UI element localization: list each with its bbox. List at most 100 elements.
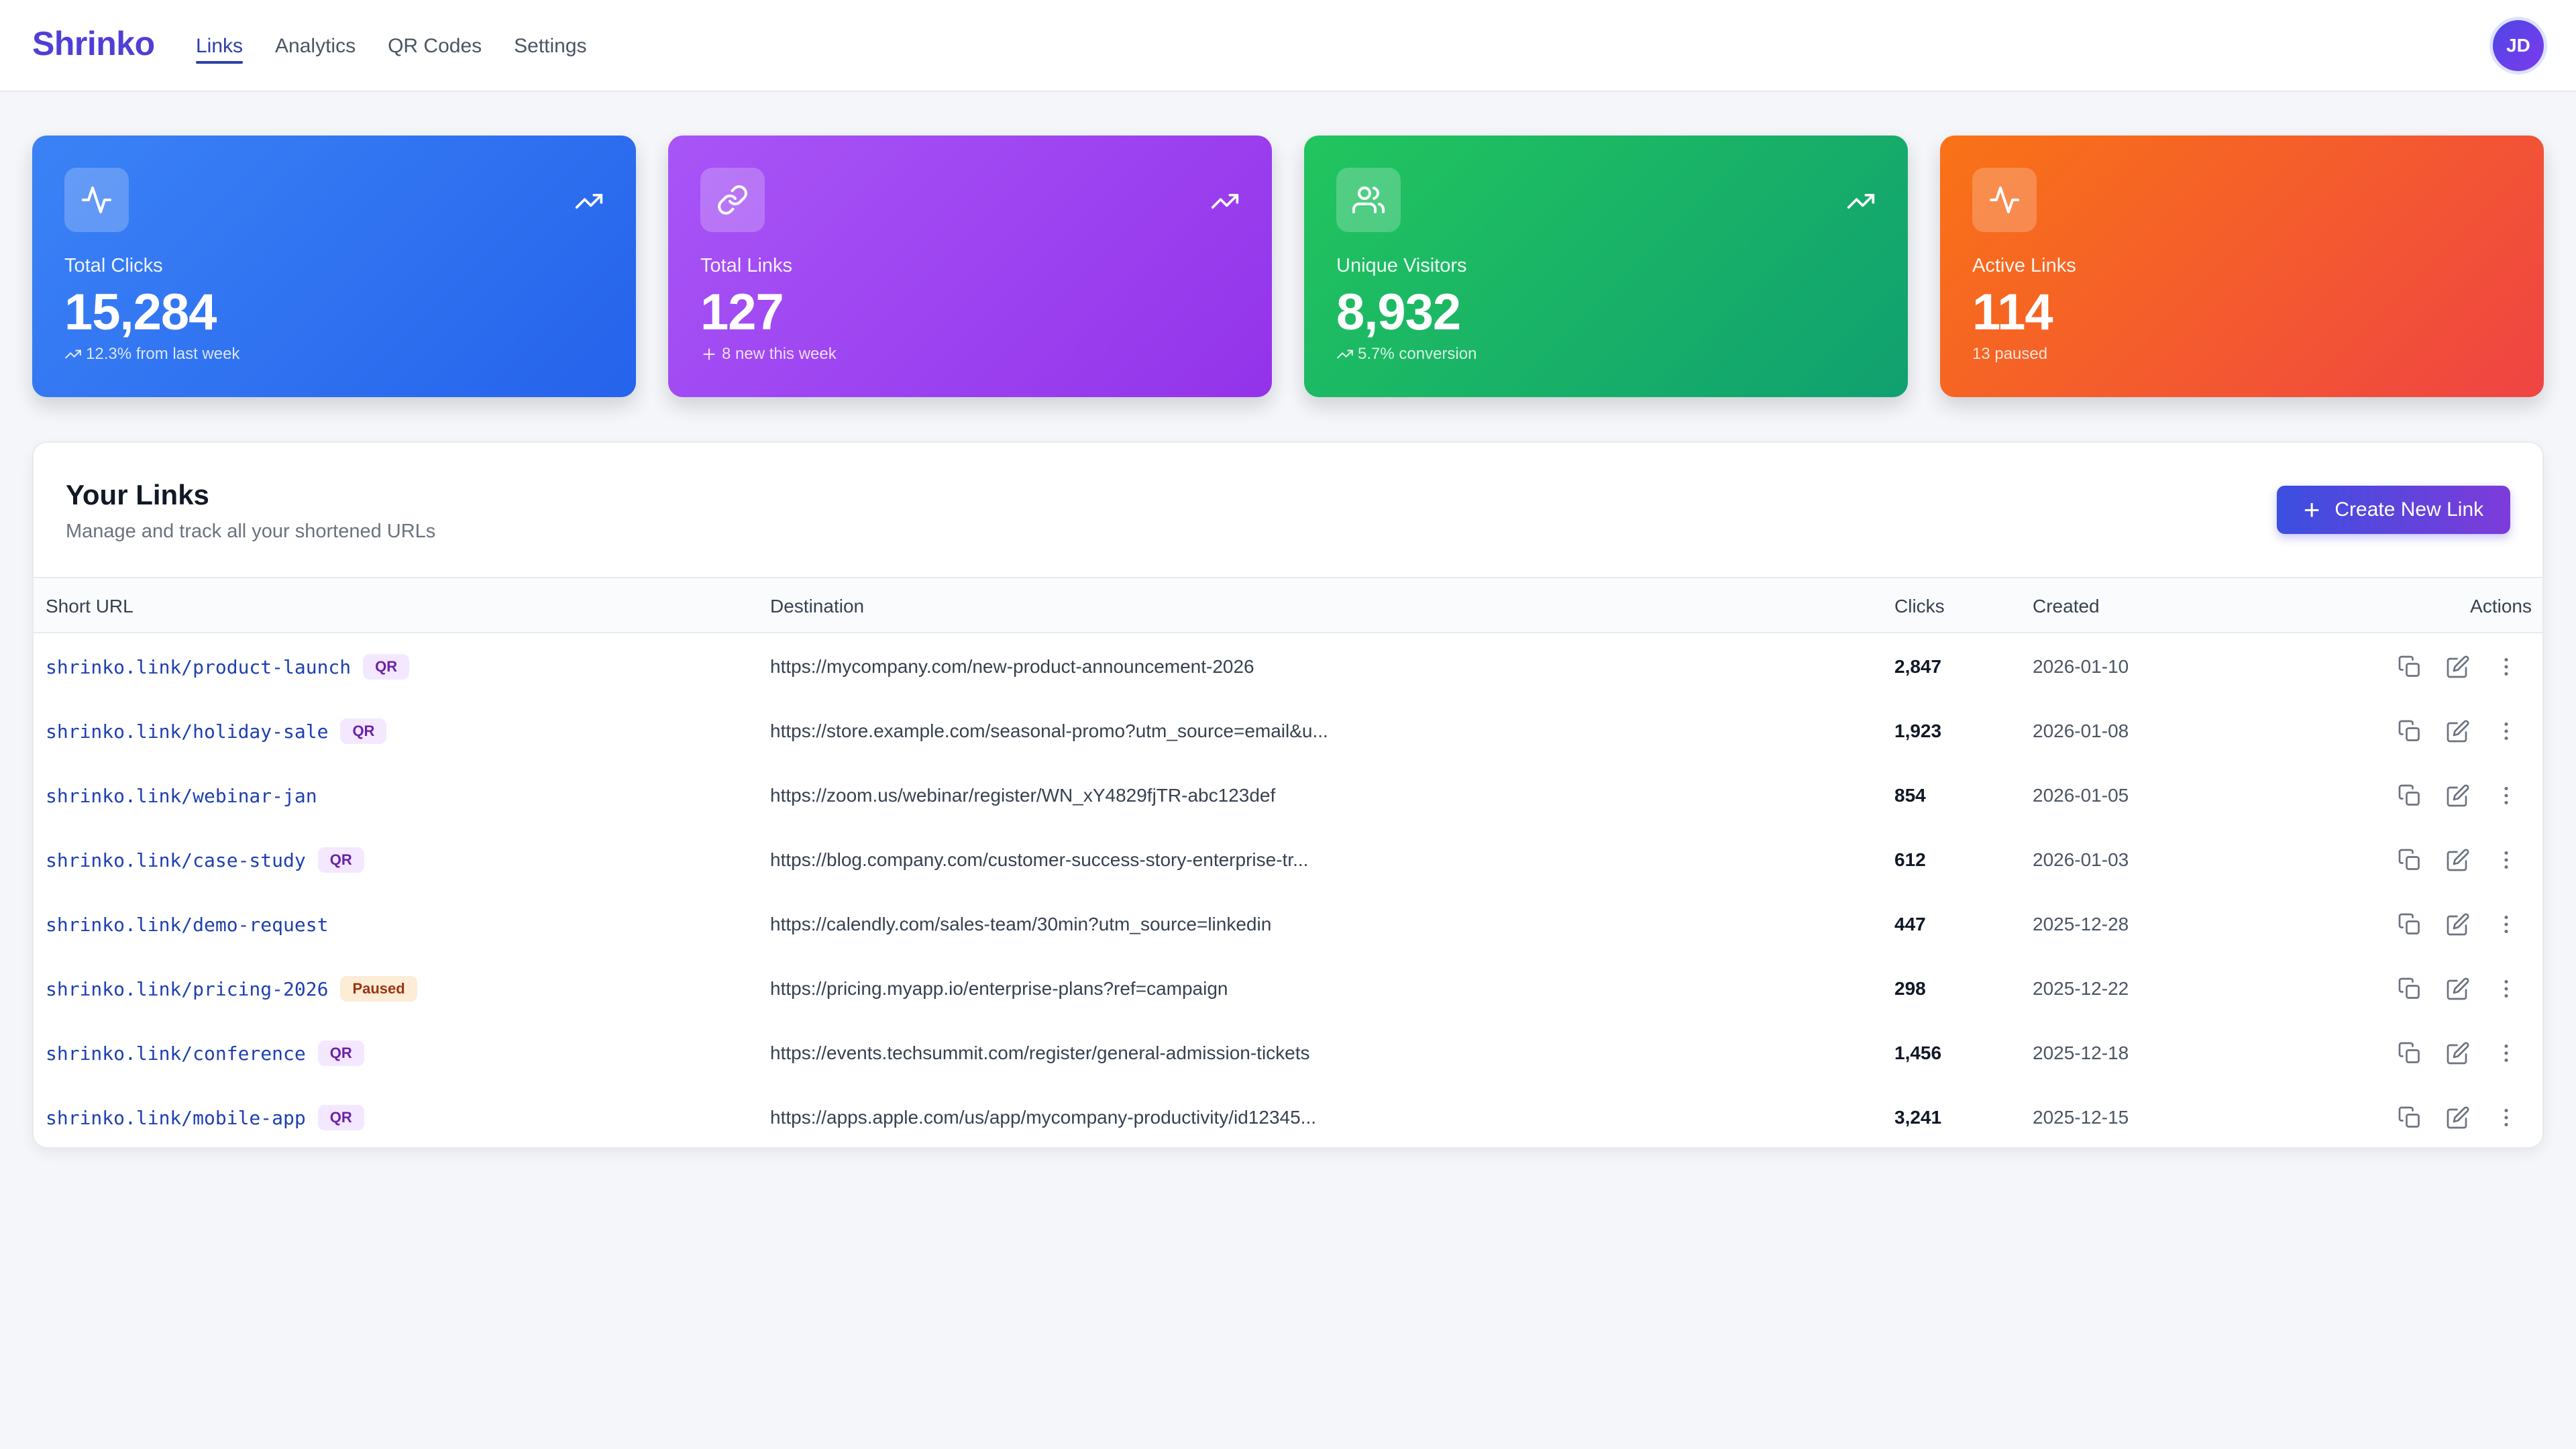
edit-button[interactable] <box>2446 1106 2470 1130</box>
stat-label: Active Links <box>1972 255 2076 276</box>
edit-button[interactable] <box>2446 977 2470 1001</box>
edit-button[interactable] <box>2446 1041 2470 1065</box>
user-avatar[interactable]: JD <box>2493 20 2544 71</box>
created-cell: 2025-12-22 <box>2033 957 2129 1021</box>
copy-button[interactable] <box>2398 848 2422 872</box>
more-vertical-icon <box>2494 979 2518 1004</box>
copy-button[interactable] <box>2398 1106 2422 1130</box>
more-vertical-icon <box>2494 722 2518 746</box>
table-row[interactable]: shrinko.link/webinar-jan https://zoom.us… <box>34 763 2542 828</box>
click-count: 1,456 <box>1894 1042 1942 1063</box>
copy-icon <box>2398 913 2422 939</box>
copy-button[interactable] <box>2398 912 2422 936</box>
edit-button[interactable] <box>2446 655 2470 679</box>
short-url-link[interactable]: shrinko.link/pricing-2026 <box>46 978 328 1000</box>
click-count: 3,241 <box>1894 1107 1942 1128</box>
stat-subtext: 8 new this week <box>700 345 837 364</box>
created-date: 2026-01-05 <box>2033 785 2129 806</box>
table-row[interactable]: shrinko.link/pricing-2026 Paused https://… <box>34 957 2542 1021</box>
copy-icon <box>2398 655 2422 682</box>
column-header-actions: Actions <box>2470 596 2532 616</box>
more-vertical-button[interactable] <box>2494 1106 2518 1130</box>
create-new-link-label: Create New Link <box>2334 498 2484 521</box>
table-row[interactable]: shrinko.link/mobile-app QR https://apps.a… <box>34 1085 2542 1147</box>
short-url-link[interactable]: shrinko.link/product-launch <box>46 656 351 678</box>
plus-icon: + <box>2303 494 2320 525</box>
stat-card-total-links: Total Links 127 8 new this week <box>668 136 1272 397</box>
table-row[interactable]: shrinko.link/case-study QR https://blog.c… <box>34 828 2542 892</box>
click-count: 298 <box>1894 978 1926 999</box>
short-url-link[interactable]: shrinko.link/mobile-app <box>46 1107 306 1129</box>
destination-cell: https://pricing.myapp.io/enterprise-plan… <box>770 957 1228 1021</box>
clicks-cell: 1,923 <box>1894 699 1941 763</box>
create-new-link-button[interactable]: + Create New Link <box>2277 486 2510 534</box>
short-url-link[interactable]: shrinko.link/demo-request <box>46 914 328 936</box>
destination-cell: https://events.techsummit.com/register/g… <box>770 1021 1310 1085</box>
stat-card-unique-visitors: Unique Visitors 8,932 5.7% conversion <box>1304 136 1908 397</box>
stats-row: Total Clicks 15,284 12.3% from last week… <box>32 136 2544 397</box>
stat-subtext: 12.3% from last week <box>64 345 239 364</box>
trend-up-icon <box>1847 194 1875 209</box>
edit-icon <box>2446 913 2470 939</box>
link-icon <box>700 168 765 232</box>
more-vertical-button[interactable] <box>2494 784 2518 808</box>
edit-icon <box>2446 849 2470 875</box>
table-row[interactable]: shrinko.link/holiday-sale QR https://stor… <box>34 699 2542 763</box>
column-header-destination[interactable]: Destination <box>770 596 864 617</box>
created-date: 2025-12-22 <box>2033 978 2129 999</box>
more-vertical-button[interactable] <box>2494 848 2518 872</box>
main-nav: Links Analytics QR Codes Settings <box>196 0 619 92</box>
nav-analytics[interactable]: Analytics <box>275 0 356 92</box>
created-cell: 2026-01-05 <box>2033 763 2129 828</box>
more-vertical-button[interactable] <box>2494 719 2518 743</box>
destination-url: https://events.techsummit.com/register/g… <box>770 1042 1310 1063</box>
nav-settings[interactable]: Settings <box>514 0 586 92</box>
click-count: 612 <box>1894 849 1926 870</box>
destination-url: https://apps.apple.com/us/app/mycompany-… <box>770 1107 1316 1128</box>
table-row[interactable]: shrinko.link/conference QR https://events… <box>34 1021 2542 1085</box>
destination-url: https://calendly.com/sales-team/30min?ut… <box>770 914 1272 934</box>
short-url-cell: shrinko.link/demo-request <box>46 892 328 957</box>
created-cell: 2026-01-10 <box>2033 635 2129 699</box>
created-cell: 2025-12-15 <box>2033 1085 2129 1147</box>
edit-button[interactable] <box>2446 784 2470 808</box>
table-row[interactable]: shrinko.link/product-launch QR https://my… <box>34 635 2542 699</box>
click-count: 854 <box>1894 785 1926 806</box>
short-url-link[interactable]: shrinko.link/holiday-sale <box>46 720 328 743</box>
panel-subtitle: Manage and track all your shortened URLs <box>66 521 436 542</box>
column-header-clicks[interactable]: Clicks <box>1894 596 1945 617</box>
edit-icon <box>2446 977 2470 1004</box>
edit-icon <box>2446 1106 2470 1132</box>
column-header-short-url[interactable]: Short URL <box>46 596 133 617</box>
more-vertical-button[interactable] <box>2494 912 2518 936</box>
stat-subtext-label: 13 paused <box>1972 345 2048 363</box>
short-url-link[interactable]: shrinko.link/webinar-jan <box>46 785 317 807</box>
brand-logo[interactable]: Shrinko <box>32 24 155 63</box>
column-header-created[interactable]: Created <box>2033 596 2100 617</box>
destination-cell: https://apps.apple.com/us/app/mycompany-… <box>770 1085 1316 1147</box>
copy-button[interactable] <box>2398 655 2422 679</box>
more-vertical-button[interactable] <box>2494 977 2518 1001</box>
copy-button[interactable] <box>2398 719 2422 743</box>
trend-up-icon <box>1337 350 1353 359</box>
table-row[interactable]: shrinko.link/demo-request https://calend… <box>34 892 2542 957</box>
edit-button[interactable] <box>2446 848 2470 872</box>
edit-button[interactable] <box>2446 912 2470 936</box>
copy-button[interactable] <box>2398 977 2422 1001</box>
copy-button[interactable] <box>2398 784 2422 808</box>
short-url-link[interactable]: shrinko.link/conference <box>46 1042 306 1065</box>
destination-url: https://zoom.us/webinar/register/WN_xY48… <box>770 785 1276 806</box>
edit-button[interactable] <box>2446 719 2470 743</box>
copy-button[interactable] <box>2398 1041 2422 1065</box>
short-url-link[interactable]: shrinko.link/case-study <box>46 849 306 871</box>
more-vertical-icon <box>2494 1044 2518 1068</box>
qr-badge: QR <box>340 718 387 744</box>
more-vertical-button[interactable] <box>2494 1041 2518 1065</box>
nav-links[interactable]: Links <box>196 0 244 92</box>
destination-cell: https://calendly.com/sales-team/30min?ut… <box>770 892 1271 957</box>
stat-subtext: 5.7% conversion <box>1336 345 1477 364</box>
more-vertical-button[interactable] <box>2494 655 2518 679</box>
destination-cell: https://mycompany.com/new-product-announ… <box>770 635 1254 699</box>
stat-subtext: 13 paused <box>1972 345 2047 364</box>
nav-qr-codes[interactable]: QR Codes <box>388 0 482 92</box>
